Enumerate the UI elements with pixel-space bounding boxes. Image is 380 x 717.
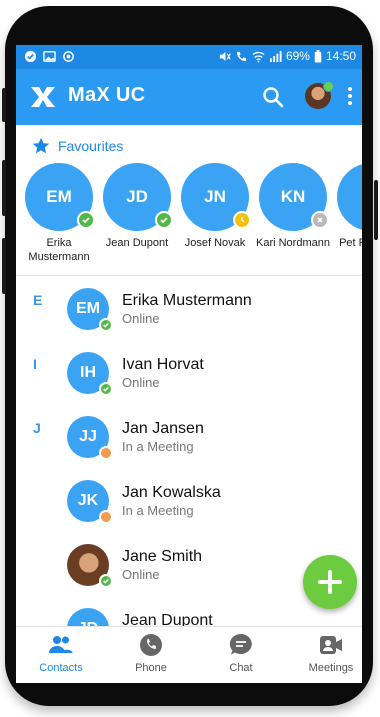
contact-name: Jean Dupont bbox=[122, 612, 213, 626]
favourite-item[interactable]: JN Josef Novak bbox=[176, 163, 254, 250]
contact-row[interactable]: E EM Erika Mustermann Online bbox=[16, 276, 362, 340]
tab-meetings[interactable]: Meetings bbox=[288, 633, 362, 674]
contact-photo-avatar bbox=[67, 544, 113, 588]
meeting-status-icon bbox=[99, 446, 113, 460]
favourites-list: EM Erika Mustermann JD Jean Dupont JN Jo… bbox=[16, 163, 362, 275]
app-bar: MaX UC bbox=[16, 69, 362, 125]
phone-frame: 69% 14:50 MaX UC Favourites EM Erika Mus… bbox=[0, 0, 380, 717]
contact-name: Erika Mustermann bbox=[122, 292, 252, 309]
contact-name: Jane Smith bbox=[122, 548, 203, 565]
favourite-avatar: KN bbox=[259, 163, 329, 231]
battery-percent: 69% bbox=[285, 49, 310, 63]
add-contact-button[interactable] bbox=[303, 555, 357, 609]
more-vert-icon[interactable] bbox=[347, 87, 353, 107]
online-status-icon bbox=[99, 574, 113, 588]
battery-icon bbox=[314, 49, 322, 63]
app-screen: 69% 14:50 MaX UC Favourites EM Erika Mus… bbox=[16, 45, 362, 683]
tab-label: Chat bbox=[229, 662, 253, 674]
favourite-avatar: JN bbox=[181, 163, 251, 231]
clock: 14:50 bbox=[325, 49, 356, 63]
favourite-avatar: EM bbox=[25, 163, 95, 231]
favourite-name: Pet Petro bbox=[339, 237, 362, 249]
plus-icon bbox=[318, 570, 342, 594]
contact-status: Online bbox=[122, 311, 160, 326]
user-avatar[interactable] bbox=[305, 81, 334, 109]
away-clock-icon bbox=[233, 211, 251, 229]
contact-avatar: IH bbox=[67, 352, 113, 396]
section-letter: I bbox=[33, 356, 37, 372]
phone-side-button bbox=[2, 238, 6, 294]
tab-chat[interactable]: Chat bbox=[198, 633, 284, 674]
favourite-item[interactable]: EM Erika Mustermann bbox=[20, 163, 98, 264]
tab-label: Meetings bbox=[308, 662, 354, 674]
wifi-icon bbox=[252, 51, 265, 63]
app-title: MaX UC bbox=[68, 84, 146, 106]
contact-status: In a Meeting bbox=[122, 439, 194, 454]
favourite-name: Kari Nordmann bbox=[256, 237, 330, 249]
favourites-title: Favourites bbox=[58, 138, 124, 154]
favourite-avatar: PI bbox=[337, 163, 362, 231]
favourite-item[interactable]: JD Jean Dupont bbox=[98, 163, 176, 250]
call-icon bbox=[236, 51, 247, 61]
check-circle-icon bbox=[24, 50, 37, 63]
phone-side-button bbox=[374, 180, 378, 240]
max-logo-icon bbox=[31, 87, 55, 107]
section-letter: E bbox=[33, 292, 43, 308]
tab-contacts[interactable]: Contacts bbox=[18, 633, 104, 674]
phone-side-button bbox=[2, 160, 6, 216]
phone-icon bbox=[140, 634, 162, 656]
contact-avatar: JK bbox=[67, 480, 113, 524]
favourites-header: Favourites bbox=[32, 137, 123, 155]
contact-status: Online bbox=[122, 375, 160, 390]
online-status-icon bbox=[99, 382, 113, 396]
contact-name: Ivan Horvat bbox=[122, 356, 204, 373]
online-status-icon bbox=[99, 318, 113, 332]
online-status-icon bbox=[155, 211, 173, 229]
search-icon[interactable] bbox=[262, 86, 284, 108]
meeting-status-icon bbox=[99, 510, 113, 524]
favourite-item[interactable]: PI Pet Petro bbox=[332, 163, 362, 250]
bottom-navigation: Contacts Phone Chat Meetings bbox=[16, 626, 362, 683]
mute-icon bbox=[219, 51, 231, 61]
sync-icon bbox=[63, 51, 74, 62]
contact-name: Jan Kowalska bbox=[122, 484, 221, 501]
tab-phone[interactable]: Phone bbox=[108, 633, 194, 674]
chat-icon bbox=[229, 633, 252, 655]
contact-name: Jan Jansen bbox=[122, 420, 204, 437]
section-letter: J bbox=[33, 420, 41, 436]
contact-avatar: EM bbox=[67, 288, 113, 332]
phone-side-button bbox=[2, 88, 6, 122]
tab-label: Contacts bbox=[39, 662, 83, 674]
favourite-name: Erika Mustermann bbox=[28, 237, 90, 263]
offline-x-icon bbox=[311, 211, 329, 229]
contact-status: Online bbox=[122, 567, 160, 582]
contact-row[interactable]: JK Jan Kowalska In a Meeting bbox=[16, 468, 362, 532]
star-icon bbox=[32, 137, 50, 154]
contact-avatar: JD bbox=[67, 608, 109, 626]
favourite-name: Josef Novak bbox=[184, 237, 246, 249]
contact-status: In a Meeting bbox=[122, 503, 194, 518]
tab-label: Phone bbox=[135, 662, 167, 674]
favourite-item[interactable]: KN Kari Nordmann bbox=[254, 163, 332, 250]
online-status-dot bbox=[323, 81, 334, 92]
online-status-icon bbox=[77, 211, 95, 229]
image-icon bbox=[43, 51, 56, 62]
contacts-icon bbox=[49, 636, 73, 653]
favourite-avatar: JD bbox=[103, 163, 173, 231]
status-bar: 69% 14:50 bbox=[16, 45, 362, 69]
meetings-icon bbox=[320, 636, 342, 654]
contact-row[interactable]: I IH Ivan Horvat Online bbox=[16, 340, 362, 404]
contact-row[interactable]: J JJ Jan Jansen In a Meeting bbox=[16, 404, 362, 468]
contact-avatar: JJ bbox=[67, 416, 113, 460]
favourite-name: Jean Dupont bbox=[105, 237, 169, 249]
signal-icon bbox=[269, 50, 282, 62]
